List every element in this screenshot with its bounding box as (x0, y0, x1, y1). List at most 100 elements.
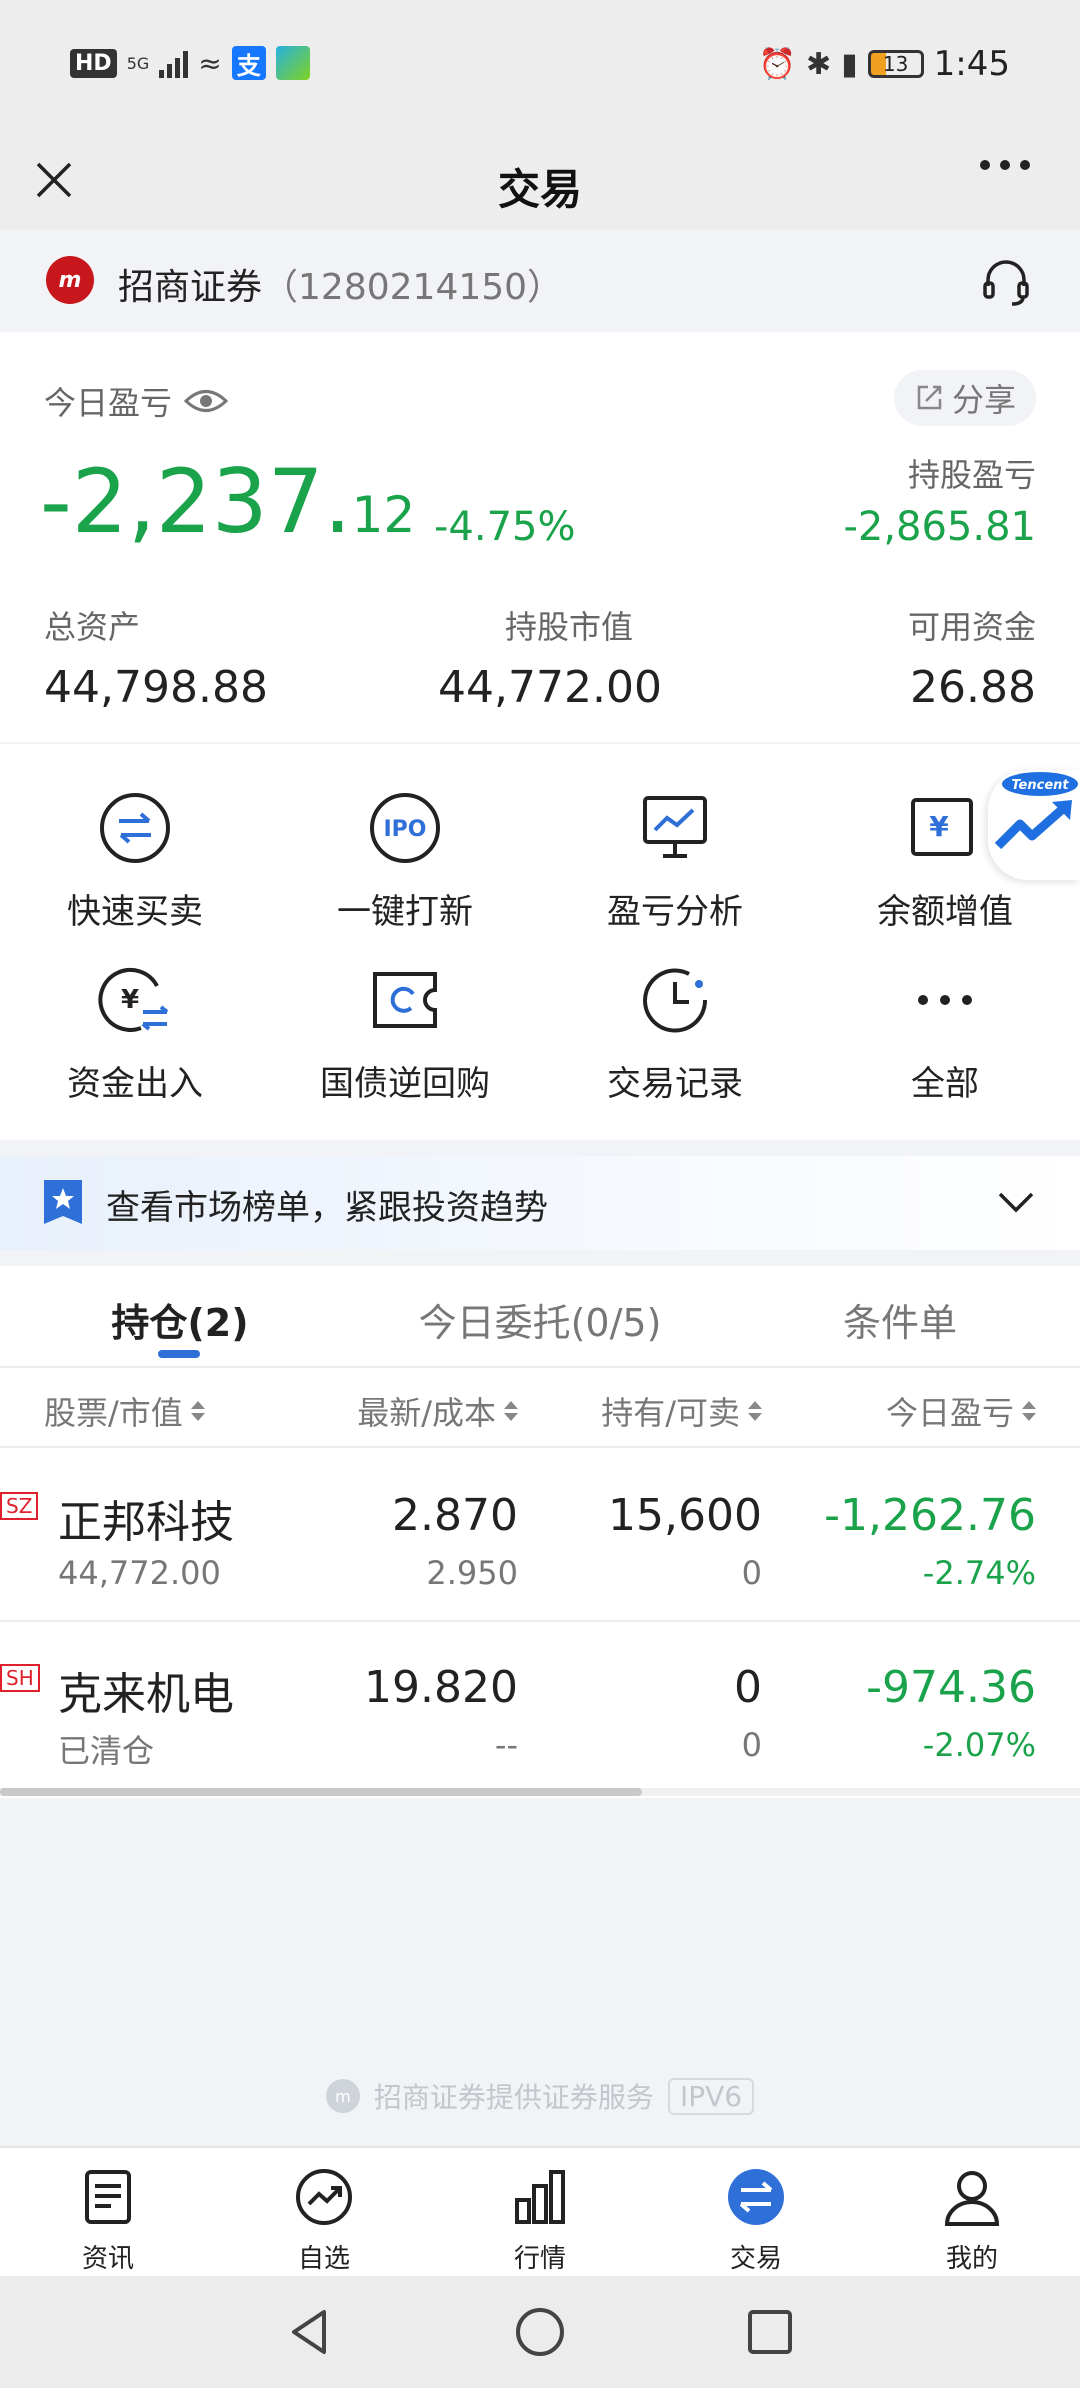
tab-holdings[interactable]: 持仓(2) (0, 1292, 360, 1347)
svg-text:¥: ¥ (929, 810, 949, 843)
profile-icon (944, 2171, 1000, 2226)
horizontal-scrollbar[interactable] (0, 1788, 1080, 1796)
tab-trade[interactable]: 交易 (648, 2166, 864, 2275)
home-icon[interactable] (512, 2304, 568, 2360)
tab-news[interactable]: 资讯 (0, 2166, 216, 2275)
table-row[interactable]: SZ 正邦科技 44,772.00 2.870 2.950 15,600 0 -… (0, 1450, 1080, 1622)
footer-note: m 招商证券提供证券服务 IPV6 (0, 2076, 1080, 2116)
today-pl-pct: -2.74% (922, 1554, 1036, 1592)
tab-profile[interactable]: 我的 (864, 2166, 1080, 2275)
header-label: 今日盈亏 (885, 1394, 1014, 1432)
function-label: 交易记录 (607, 1064, 743, 1104)
stock-name: 克来机电 (58, 1669, 234, 1720)
balance-growth-icon: ¥ (911, 798, 973, 856)
tab-today-orders[interactable]: 今日委托(0/5) (360, 1292, 720, 1347)
system-nav-bar (0, 2276, 1080, 2388)
tab-market[interactable]: 行情 (432, 2166, 648, 2275)
reverse-repo-icon (373, 972, 437, 1028)
function-pl-analysis[interactable]: 盈亏分析 (540, 790, 810, 933)
function-funds-transfer[interactable]: ¥ 资金出入 (0, 962, 270, 1105)
function-ipo[interactable]: IPO 一键打新 (270, 790, 540, 933)
total-assets: 总资产 44,798.88 (44, 602, 268, 713)
header-label: 持有/可卖 (601, 1394, 740, 1432)
function-label: 国债逆回购 (320, 1064, 490, 1104)
tab-label: 行情 (513, 2244, 566, 2274)
tab-conditional-orders[interactable]: 条件单 (720, 1292, 1080, 1347)
app-notification-icon (275, 46, 310, 80)
svg-text:¥: ¥ (121, 985, 139, 1015)
holding-qty: 0 (734, 1662, 762, 1713)
sellable-qty: 0 (741, 1554, 762, 1592)
broker-account: （1280214150） (262, 267, 564, 308)
star-bookmark-icon (44, 1180, 82, 1224)
watchlist-icon (296, 2169, 352, 2225)
table-row[interactable]: SH 克来机电 已清仓 19.820 -- 0 0 -974.36 -2.07% (0, 1622, 1080, 1794)
wifi-icon: ≈ (198, 46, 222, 80)
today-pl-label-row: 今日盈亏 (44, 378, 229, 424)
today-pl-int: -2,237. (40, 450, 352, 553)
latest-price: 2.870 (392, 1490, 518, 1541)
ipo-icon-text: IPO (383, 817, 426, 842)
function-grid: 快速买卖 IPO 一键打新 盈亏分析 ¥ 余额增值 ¥ 资金出入 国债逆回购 交… (0, 744, 1080, 1140)
function-reverse-repo[interactable]: 国债逆回购 (270, 962, 540, 1105)
vibrate-icon: ▮ (841, 46, 858, 82)
function-trade-records[interactable]: 交易记录 (540, 962, 810, 1105)
footer-text: 招商证券提供证券服务 (373, 2081, 654, 2114)
battery-icon: 13 (867, 50, 924, 78)
function-label: 资金出入 (67, 1064, 203, 1104)
header-today-pl[interactable]: 今日盈亏 (886, 1388, 1036, 1434)
active-tab-indicator (158, 1350, 200, 1358)
broker-name-group: 招商证券（1280214150） (118, 258, 563, 310)
function-label: 余额增值 (877, 892, 1013, 932)
bluetooth-icon: ✱ (805, 46, 832, 82)
tencent-badge-text: Tencent (1011, 778, 1069, 793)
today-pl-value: -2,237.12 (40, 450, 415, 553)
function-all[interactable]: 全部 (810, 962, 1080, 1105)
scrollbar-thumb[interactable] (0, 1788, 642, 1796)
alipay-icon: 支 (231, 46, 266, 80)
today-pl: -974.36 (866, 1662, 1036, 1713)
tab-watchlist[interactable]: 自选 (216, 2166, 432, 2275)
market-rank-banner[interactable]: 查看市场榜单，紧跟投资趋势 (0, 1156, 1080, 1250)
today-pl-dec: 12 (351, 486, 416, 544)
header-stock-value[interactable]: 股票/市值 (44, 1388, 205, 1434)
function-quick-trade[interactable]: 快速买卖 (0, 790, 270, 933)
available-funds-label: 可用资金 (907, 608, 1036, 646)
sort-icon (748, 1401, 762, 1421)
headset-icon[interactable] (978, 254, 1034, 310)
share-button[interactable]: 分享 (893, 370, 1036, 426)
header-label: 股票/市值 (44, 1394, 183, 1432)
trade-icon (728, 2169, 784, 2225)
header-holding-sellable[interactable]: 持有/可卖 (601, 1388, 762, 1434)
chevron-down-icon[interactable] (994, 1180, 1038, 1224)
tab-label: 自选 (297, 2244, 350, 2274)
table-header: 股票/市值 最新/成本 持有/可卖 今日盈亏 (0, 1368, 1080, 1448)
holding-pl-value: -2,865.81 (843, 504, 1036, 550)
recents-icon[interactable] (742, 2304, 798, 2360)
pl-analysis-icon (643, 796, 707, 858)
broker-bar[interactable]: m 招商证券（1280214150） (0, 230, 1080, 332)
quick-trade-icon (100, 793, 170, 863)
broker-name: 招商证券 (118, 267, 263, 308)
today-pl: -1,262.76 (824, 1490, 1036, 1541)
eye-icon[interactable] (184, 386, 229, 416)
function-label: 全部 (911, 1064, 979, 1104)
back-icon[interactable] (282, 2304, 338, 2360)
bottom-tab-bar: 资讯 自选 行情 交易 我的 (0, 2146, 1080, 2276)
latest-price: 19.820 (364, 1662, 518, 1713)
header-latest-cost[interactable]: 最新/成本 (357, 1388, 518, 1434)
holding-pl-label: 持股盈亏 (907, 456, 1036, 494)
sort-icon (190, 1401, 205, 1421)
tencent-trend-icon: Tencent (994, 772, 1078, 850)
broker-footer-logo: m (325, 2079, 360, 2113)
ipo-icon: IPO (370, 793, 440, 863)
market-value-value: 44,772.00 (438, 662, 662, 713)
sort-icon (1022, 1401, 1036, 1421)
account-summary: 今日盈亏 分享 -2,237.12 -4.75% 持股盈亏 -2,865.81 … (0, 332, 1080, 742)
total-assets-label: 总资产 (44, 608, 141, 646)
more-options-icon[interactable] (980, 160, 1030, 170)
banner-text: 查看市场榜单，紧跟投资趋势 (106, 1188, 548, 1228)
tencent-wealth-badge[interactable]: Tencent (988, 770, 1080, 880)
hd-indicator: HD (70, 48, 117, 78)
holding-qty: 15,600 (608, 1490, 762, 1541)
